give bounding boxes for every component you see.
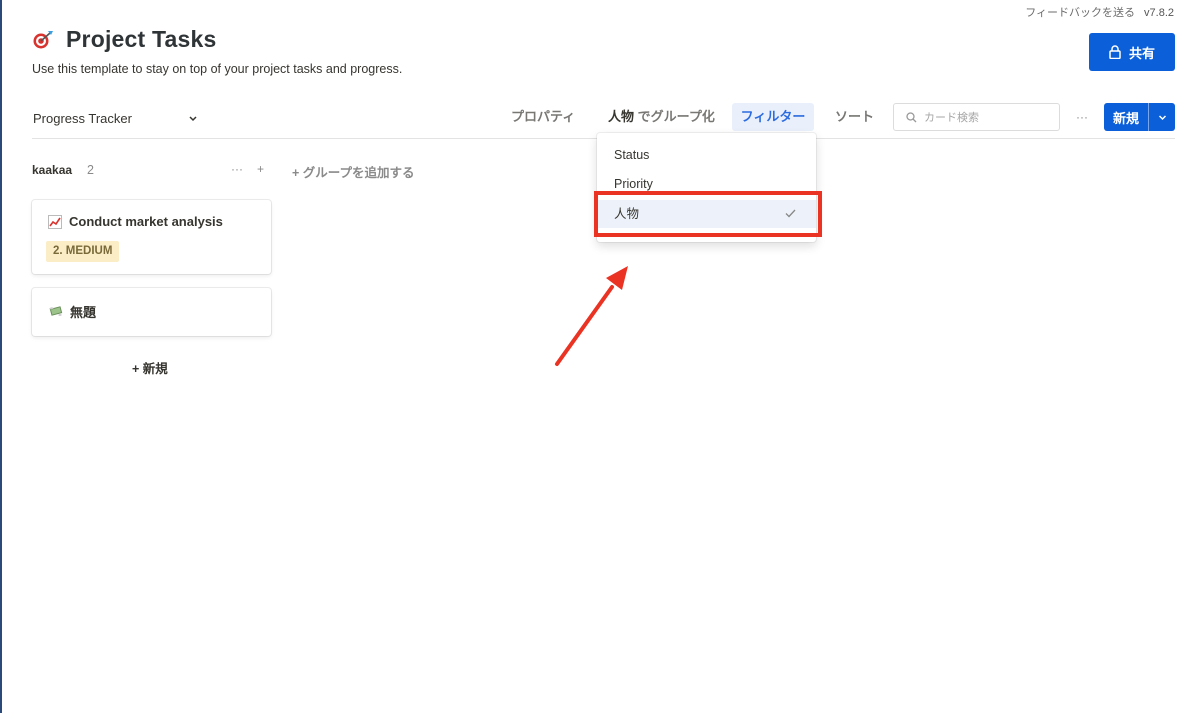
page-description[interactable]: Use this template to stay on top of your… — [32, 62, 402, 76]
filter-button[interactable]: フィルター — [732, 103, 814, 131]
new-dropdown-toggle[interactable] — [1148, 103, 1175, 131]
dropdown-item-label: Status — [614, 148, 650, 162]
view-selector[interactable]: Progress Tracker — [33, 111, 198, 126]
title-row: Project Tasks — [32, 26, 402, 53]
group-actions: ··· + — [231, 162, 264, 176]
target-dart-icon[interactable] — [32, 29, 54, 51]
group-more-button[interactable]: ··· — [231, 162, 243, 176]
dropdown-item-status[interactable]: Status — [597, 141, 816, 169]
chevron-down-icon — [188, 115, 198, 123]
money-with-wings-icon — [48, 305, 63, 318]
sort-button[interactable]: ソート — [835, 103, 874, 131]
new-label[interactable]: 新規 — [1104, 103, 1148, 131]
search-icon — [906, 111, 917, 123]
group-count: 2 — [87, 163, 94, 177]
page-title[interactable]: Project Tasks — [66, 26, 216, 53]
card-title: 無題 — [48, 302, 96, 321]
annotation-arrow-icon — [555, 266, 628, 366]
group-header: kaakaa 2 ··· + — [32, 158, 270, 182]
group-by-property: 人物 — [608, 109, 635, 124]
card-search-input[interactable]: カード検索 — [893, 103, 1060, 131]
card-title: Conduct market analysis — [48, 214, 223, 229]
board-card[interactable]: 無題 — [32, 288, 271, 336]
share-button[interactable]: 共有 — [1089, 33, 1175, 71]
more-options-button[interactable]: ··· — [1076, 103, 1088, 131]
group-by-button[interactable]: 人物 でグループ化 — [608, 103, 715, 131]
page-header: Project Tasks Use this template to stay … — [32, 26, 402, 76]
share-label: 共有 — [1128, 45, 1155, 61]
priority-tag: 2. MEDIUM — [46, 241, 120, 262]
card-title-text: 無題 — [70, 305, 97, 320]
annotation-highlight-box — [594, 191, 822, 237]
chart-increasing-icon — [48, 214, 62, 229]
search-placeholder: カード検索 — [924, 112, 979, 124]
feedback-link[interactable]: フィードバックを送る — [1025, 7, 1135, 19]
card-title-text: Conduct market analysis — [69, 214, 223, 229]
group-add-button[interactable]: + — [257, 162, 264, 176]
feedback-bar: フィードバックを送る v7.8.2 — [1025, 4, 1174, 20]
new-card-button[interactable]: 新規 — [1104, 103, 1175, 131]
properties-button[interactable]: プロパティ — [511, 103, 575, 131]
chevron-down-icon — [1158, 114, 1166, 120]
group-by-suffix: でグループ化 — [637, 109, 715, 124]
view-name: Progress Tracker — [33, 111, 132, 126]
add-group-button[interactable]: + グループを追加する — [292, 162, 415, 181]
window-left-edge — [0, 0, 2, 713]
lock-icon — [1109, 45, 1121, 59]
version-label: v7.8.2 — [1144, 7, 1174, 19]
add-card-button[interactable]: + 新規 — [132, 358, 168, 377]
board-card[interactable]: Conduct market analysis 2. MEDIUM — [32, 200, 271, 274]
group-name[interactable]: kaakaa — [32, 163, 72, 177]
dropdown-item-label: Priority — [614, 177, 653, 191]
